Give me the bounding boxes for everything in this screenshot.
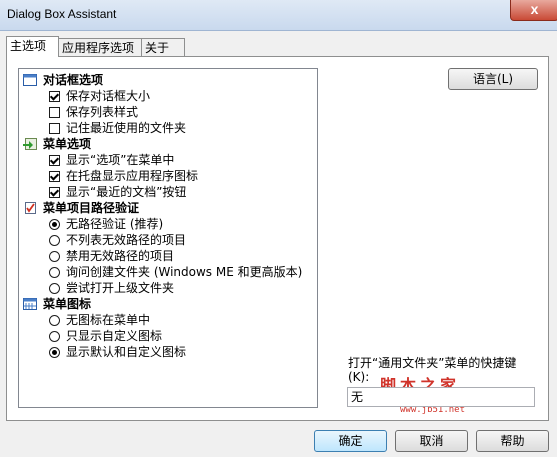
- ok-button[interactable]: 确定: [314, 430, 387, 452]
- tab-app-options[interactable]: 应用程序选项: [58, 38, 142, 56]
- tab-about[interactable]: 关于: [141, 38, 185, 56]
- help-button[interactable]: 帮助: [476, 430, 549, 452]
- radio[interactable]: [49, 219, 60, 230]
- window-icon: [23, 74, 37, 86]
- window-title: Dialog Box Assistant: [7, 7, 117, 21]
- cancel-button[interactable]: 取消: [395, 430, 468, 452]
- option-no-icons[interactable]: 无图标在菜单中: [49, 311, 150, 327]
- checkbox[interactable]: [49, 107, 60, 118]
- close-button[interactable]: x: [510, 0, 557, 21]
- checkbox[interactable]: [49, 171, 60, 182]
- option-ask-create-folder[interactable]: 询问创建文件夹 (Windows ME 和更高版本): [49, 263, 302, 279]
- option-show-options-in-menu[interactable]: 显示“选项”在菜单中: [49, 151, 174, 167]
- radio[interactable]: [49, 267, 60, 278]
- radio[interactable]: [49, 251, 60, 262]
- radio[interactable]: [49, 315, 60, 326]
- option-disable-invalid[interactable]: 禁用无效路径的项目: [49, 247, 174, 263]
- option-default-and-custom-icons[interactable]: 显示默认和自定义图标: [49, 343, 186, 359]
- option-save-list-style[interactable]: 保存列表样式: [49, 103, 138, 119]
- menu-arrow-icon: [23, 138, 37, 150]
- group-dialog-options: 对话框选项: [23, 71, 103, 87]
- shortcut-hotkey-field[interactable]: 无: [347, 387, 535, 407]
- document-check-icon: [23, 202, 37, 214]
- language-button[interactable]: 语言(L): [448, 68, 538, 90]
- group-menu-icons: 菜单图标: [23, 295, 91, 311]
- checkbox[interactable]: [49, 187, 60, 198]
- option-custom-icons-only[interactable]: 只显示自定义图标: [49, 327, 162, 343]
- close-icon: x: [530, 1, 539, 17]
- group-path-validation: 菜单项目路径验证: [23, 199, 139, 215]
- option-recent-docs-button[interactable]: 显示“最近的文档”按钮: [49, 183, 186, 199]
- option-open-parent-folder[interactable]: 尝试打开上级文件夹: [49, 279, 174, 295]
- radio[interactable]: [49, 331, 60, 342]
- options-list[interactable]: 对话框选项 保存对话框大小 保存列表样式 记住最近使用的文件夹 菜单选项 显示“…: [18, 68, 318, 408]
- radio[interactable]: [49, 283, 60, 294]
- checkbox[interactable]: [49, 123, 60, 134]
- radio[interactable]: [49, 347, 60, 358]
- tab-main-options[interactable]: 主选项: [6, 36, 59, 57]
- grid-icon: [23, 298, 37, 310]
- checkbox[interactable]: [49, 155, 60, 166]
- title-bar: Dialog Box Assistant x: [0, 0, 557, 31]
- radio[interactable]: [49, 235, 60, 246]
- checkbox[interactable]: [49, 91, 60, 102]
- option-save-dialog-size[interactable]: 保存对话框大小: [49, 87, 150, 103]
- option-tray-icon[interactable]: 在托盘显示应用程序图标: [49, 167, 198, 183]
- option-remember-last-folder[interactable]: 记住最近使用的文件夹: [49, 119, 186, 135]
- group-menu-options: 菜单选项: [23, 135, 91, 151]
- option-no-validation[interactable]: 无路径验证 (推荐): [49, 215, 163, 231]
- option-hide-invalid[interactable]: 不列表无效路径的项目: [49, 231, 186, 247]
